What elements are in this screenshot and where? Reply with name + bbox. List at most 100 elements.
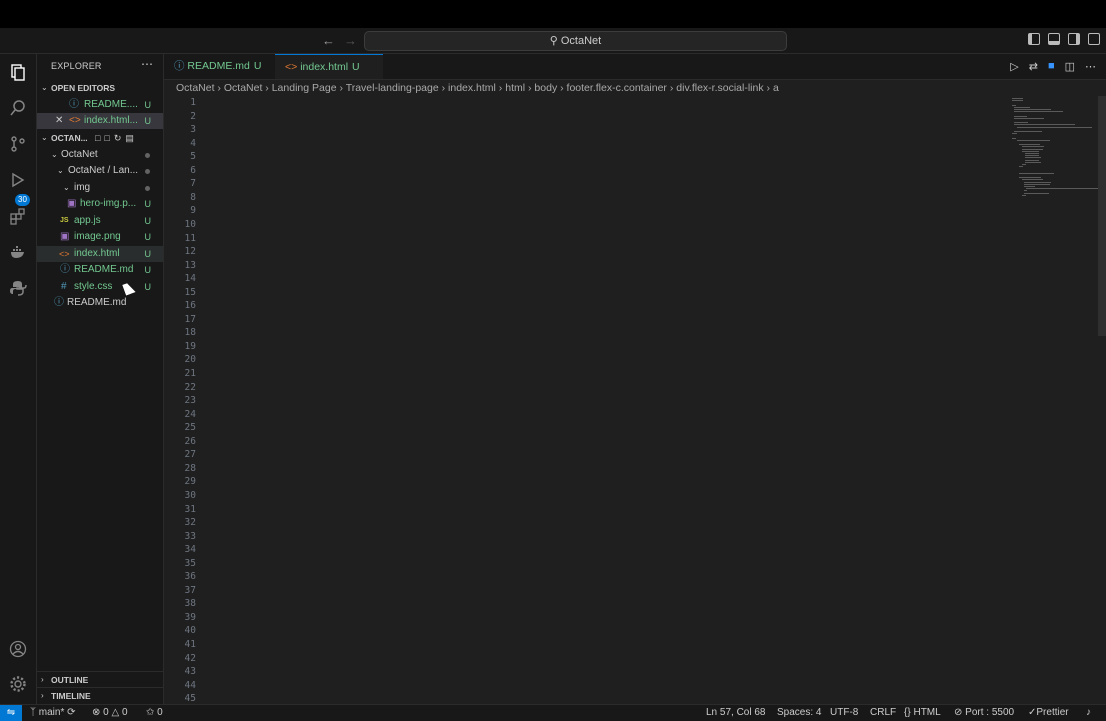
remote-indicator-icon[interactable]: ⇋: [0, 705, 22, 721]
close-icon[interactable]: ✕: [55, 113, 63, 129]
breadcrumb-item[interactable]: index.html: [448, 82, 496, 94]
python-icon[interactable]: [8, 278, 28, 298]
toggle-primary-sidebar-icon[interactable]: [1028, 33, 1040, 45]
os-top-bar: [0, 0, 1106, 28]
breadcrumb-item[interactable]: OctaNet: [224, 82, 263, 94]
tab-index-html[interactable]: <> index.htmlU ✕: [275, 54, 383, 98]
js-file-icon: JS: [60, 217, 69, 224]
breadcrumb-separator-icon: ›: [557, 82, 567, 94]
minimap-line: [1024, 190, 1027, 192]
minimap[interactable]: [1008, 96, 1106, 704]
tree-item-folder[interactable]: ⌄ OctaNet / Lan...: [37, 163, 163, 179]
command-center[interactable]: ⚲ OctaNet: [364, 31, 787, 51]
explorer-files-icon[interactable]: [8, 62, 28, 82]
language-mode[interactable]: {} HTML: [904, 705, 941, 721]
run-debug-icon[interactable]: [8, 170, 28, 190]
line-number: 6: [190, 164, 196, 176]
line-number: 9: [190, 205, 196, 217]
tree-item-file[interactable]: # style.css U: [37, 279, 163, 295]
breadcrumb-item[interactable]: html: [505, 82, 525, 94]
tab-readme[interactable]: ⓘ README.md U: [164, 54, 274, 79]
tree-item-file[interactable]: ▣ hero-img.p... U: [37, 196, 163, 212]
line-number: 34: [184, 544, 196, 556]
accounts-icon[interactable]: [8, 639, 28, 659]
open-editors-header[interactable]: ⌄ OPEN EDITORS: [37, 80, 163, 96]
search-icon: ⚲: [549, 35, 558, 47]
line-number: 1: [190, 97, 196, 108]
html-file-icon: <>: [285, 61, 298, 73]
formatter-indicator[interactable]: ✓Prettier: [1028, 705, 1069, 721]
source-control-icon[interactable]: [8, 134, 28, 154]
tree-item-folder[interactable]: ⌄ img: [37, 180, 163, 196]
line-number: 18: [184, 327, 196, 339]
breadcrumb-item[interactable]: body: [534, 82, 557, 94]
line-number: 4: [190, 137, 196, 149]
workspace-actions-icons[interactable]: □□↻▤: [95, 130, 138, 146]
line-number: 16: [184, 300, 196, 312]
minimap-line: [1025, 159, 1040, 161]
problems-indicator[interactable]: ⊗ 0 △ 0: [92, 705, 128, 721]
more-actions-icon[interactable]: ⋯: [141, 57, 153, 71]
tree-item-file[interactable]: JS app.js U: [37, 213, 163, 229]
timeline-header[interactable]: › TIMELINE: [37, 687, 163, 704]
live-preview-icon[interactable]: ■: [1048, 60, 1055, 73]
line-number: 15: [184, 286, 196, 298]
search-icon[interactable]: [8, 98, 28, 118]
tree-item-file[interactable]: ▣ image.png U: [37, 229, 163, 245]
indentation[interactable]: Spaces: 4: [777, 705, 821, 721]
minimap-line: [1016, 126, 1093, 128]
encoding[interactable]: UTF-8: [830, 705, 858, 721]
outline-header[interactable]: › OUTLINE: [37, 671, 163, 688]
line-number: 14: [184, 273, 196, 285]
split-editor-icon[interactable]: ◫: [1065, 60, 1075, 73]
line-number: 36: [184, 571, 196, 583]
end-of-line[interactable]: CRLF: [870, 705, 896, 721]
minimap-line: [1014, 106, 1030, 108]
minimap-line: [1019, 177, 1041, 179]
minimap-line: [1014, 122, 1028, 124]
chevron-down-icon: ⌄: [41, 133, 48, 142]
image-file-icon: ▣: [67, 198, 77, 209]
breadcrumb-item[interactable]: footer.flex-c.container: [567, 82, 667, 94]
forward-arrow-icon[interactable]: →: [344, 33, 357, 48]
line-number: 30: [184, 489, 196, 501]
toggle-panel-icon[interactable]: [1048, 33, 1060, 45]
breadcrumb-item[interactable]: Travel-landing-page: [346, 82, 439, 94]
ports-indicator[interactable]: ✩ 0: [146, 705, 163, 721]
breadcrumb-item[interactable]: div.flex-r.social-link: [676, 82, 763, 94]
live-server-port[interactable]: ⊘ Port : 5500: [954, 705, 1014, 721]
workspace-header[interactable]: ⌄ OCTAN... □□↻▤: [37, 130, 163, 146]
minimap-line: [1016, 139, 1051, 141]
tree-item-file[interactable]: <> index.html U: [37, 246, 163, 262]
back-arrow-icon[interactable]: ←: [322, 33, 335, 48]
minimap-line: [1025, 153, 1040, 154]
docker-icon[interactable]: [8, 242, 28, 262]
toggle-secondary-sidebar-icon[interactable]: [1068, 33, 1080, 45]
chevron-right-icon: ›: [41, 675, 44, 684]
customize-layout-icon[interactable]: [1088, 33, 1100, 45]
minimap-line: [1014, 117, 1044, 119]
tree-item-file[interactable]: ⓘ README.md U: [37, 262, 163, 278]
manage-gear-icon[interactable]: [8, 674, 28, 694]
tree-item-file[interactable]: ⓘ README.md: [37, 295, 163, 311]
warning-icon: △: [111, 707, 120, 718]
info-file-icon: ⓘ: [60, 264, 70, 275]
open-editor-item[interactable]: ⓘ README.... U: [37, 97, 163, 113]
tree-item-folder[interactable]: ⌄ OctaNet: [37, 147, 163, 163]
scrollbar[interactable]: [1098, 96, 1106, 336]
more-actions-icon[interactable]: ⋯: [1085, 60, 1096, 73]
compare-changes-icon[interactable]: ⇄: [1029, 60, 1038, 73]
open-editor-item[interactable]: ✕ <> index.html... U: [37, 113, 163, 129]
extensions-icon[interactable]: [8, 206, 28, 226]
breadcrumb-item[interactable]: a: [773, 82, 779, 94]
code-editor[interactable]: 1 2 3 4 5 6 7 8 9 10 11 12 13 14 15 16 17 18 19 20 21 22 23 24 2…: [164, 96, 1106, 704]
minimap-line: [1021, 164, 1026, 165]
run-icon[interactable]: ▷: [1010, 60, 1018, 73]
minimap-line: [1024, 181, 1051, 183]
chevron-down-icon: ⌄: [41, 83, 48, 92]
branch-indicator[interactable]: ᛉ main* ⟳: [30, 705, 76, 721]
breadcrumb-item[interactable]: OctaNet: [176, 82, 215, 94]
cursor-position[interactable]: Ln 57, Col 68: [706, 705, 766, 721]
notifications-bell-icon[interactable]: ♪: [1086, 705, 1091, 721]
breadcrumb-item[interactable]: Landing Page: [272, 82, 337, 94]
